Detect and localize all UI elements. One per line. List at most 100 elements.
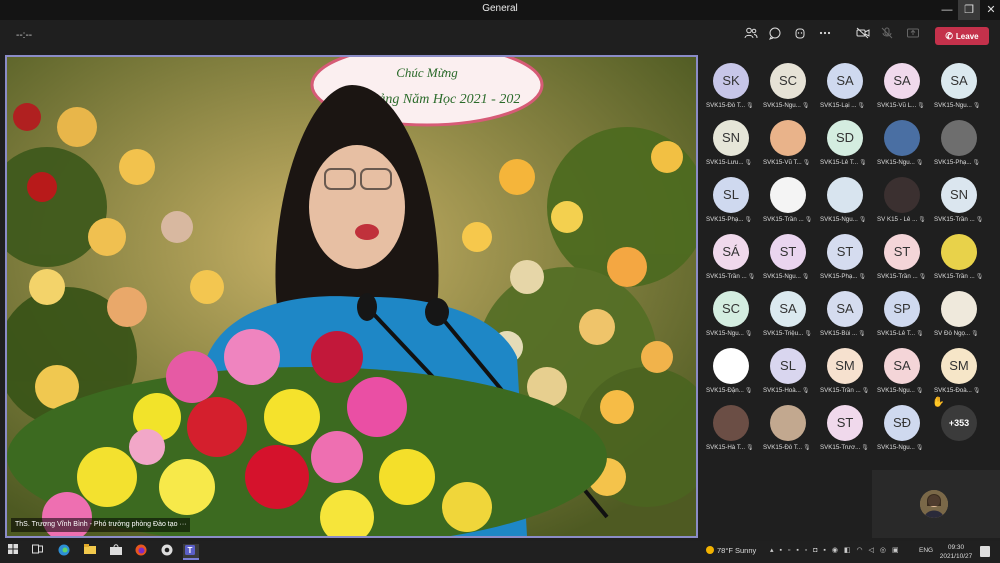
firefox-icon[interactable] [133, 544, 149, 560]
participant-tile[interactable]: SVK15-Đặn...🎙 [703, 340, 760, 397]
wifi-icon[interactable]: ◠ [856, 547, 864, 554]
share-icon[interactable] [903, 26, 923, 46]
participant-tile[interactable]: SA SVK15-Lại ...🎙 [817, 55, 874, 112]
participant-tile[interactable]: SC SVK15-Ngu...🎙 [760, 55, 817, 112]
tray-icon[interactable]: ▫ [788, 547, 792, 554]
tray-icon[interactable]: ◘ [813, 547, 819, 554]
tray-icon[interactable]: ▪ [779, 547, 783, 554]
participant-name: SVK15-Phạ...🎙 [820, 273, 874, 280]
notification-icon[interactable] [980, 546, 990, 557]
participant-tile[interactable]: SVK15-Trần ...🎙 [760, 169, 817, 226]
banner-line1: Chúc Mừng [396, 65, 458, 80]
avatar: SP [884, 291, 920, 327]
participant-tile[interactable]: SD SVK15-Lê T...🎙 [817, 112, 874, 169]
participant-tile[interactable]: SĐ SVK15-Ngu...🎙 [874, 397, 931, 454]
start-icon[interactable] [5, 544, 21, 560]
input-language[interactable]: ENG [919, 547, 933, 554]
mic-off-icon: 🎙 [858, 331, 866, 337]
mic-off-icon: 🎙 [859, 160, 867, 166]
tray-icon[interactable]: ◎ [880, 547, 888, 554]
tray-icon[interactable]: ▪ [796, 547, 800, 554]
close-button[interactable]: ✕ [980, 0, 1000, 20]
mic-off-icon[interactable] [877, 26, 897, 46]
participant-tile[interactable]: SK SVK15-Đỗ T...🎙 [703, 55, 760, 112]
participant-tile[interactable]: SVK15-Ngu...🎙 [874, 112, 931, 169]
more-icon[interactable] [815, 26, 835, 46]
participant-tile[interactable]: SVK15-Hà T...🎙 [703, 397, 760, 454]
chat-icon[interactable] [765, 26, 785, 46]
meeting-toolbar: --:-- ✆ Leave [0, 20, 1000, 52]
leave-button[interactable]: ✆ Leave [935, 27, 989, 45]
participant-tile[interactable]: SA SVK15-Vũ L...🎙 [874, 55, 931, 112]
tray-icon[interactable]: ▪ [823, 547, 827, 554]
participant-tile[interactable]: SA SVK15-Ngu...🎙 [931, 55, 988, 112]
overflow-participants-tile[interactable]: ✋ +353 [931, 397, 988, 454]
weather-widget[interactable]: 78°F Sunny [706, 546, 756, 555]
file-explorer-icon[interactable] [82, 544, 98, 560]
more-options-icon[interactable]: ··· [179, 521, 186, 528]
participant-tile[interactable]: SL SVK15-Phạ...🎙 [703, 169, 760, 226]
teams-icon[interactable]: T [183, 544, 199, 560]
main-video-stage[interactable]: Chúc Mừng Khai Giảng Năm Học 2021 - 202 … [5, 55, 698, 538]
participant-tile[interactable]: SVK15-Ngu...🎙 [817, 169, 874, 226]
minimize-button[interactable]: — [936, 0, 958, 20]
tray-icon[interactable]: ▣ [892, 547, 901, 554]
participant-tile[interactable]: SVK15-Vũ T...🎙 [760, 112, 817, 169]
tray-icon[interactable]: ▫ [805, 547, 809, 554]
participant-tile[interactable]: SVK15-Phạ...🎙 [931, 112, 988, 169]
tray-icon[interactable]: ▴ [770, 547, 776, 554]
participant-tile[interactable]: SM SVK15-Trần ...🎙 [817, 340, 874, 397]
avatar [713, 405, 749, 441]
edge-icon[interactable] [56, 544, 72, 560]
participant-tile[interactable]: SVK15-Trần ...🎙 [931, 226, 988, 283]
participant-name-text: SVK15-Đặn... [706, 387, 744, 394]
participant-tile[interactable]: SVK15-Đỗ T...🎙 [760, 397, 817, 454]
participant-tile[interactable]: ST SVK15-Trần ...🎙 [874, 226, 931, 283]
participant-tile[interactable]: SN SVK15-Trần ...🎙 [931, 169, 988, 226]
participant-tile[interactable]: SA SVK15-Bùi ...🎙 [817, 283, 874, 340]
chrome-icon[interactable] [159, 544, 175, 560]
participant-tile[interactable]: SA SVK15-Ngu...🎙 [874, 340, 931, 397]
tray-icon[interactable]: ◧ [844, 547, 853, 554]
participant-name-text: SVK15-Ngu... [706, 330, 744, 337]
reactions-icon[interactable] [790, 26, 810, 46]
avatar [713, 348, 749, 384]
participant-tile[interactable]: SÁ SVK15-Trần ...🎙 [703, 226, 760, 283]
camera-off-icon[interactable] [853, 26, 873, 46]
people-icon[interactable] [741, 26, 761, 46]
participant-tile[interactable]: SP SVK15-Lê T...🎙 [874, 283, 931, 340]
avatar: SA [941, 63, 977, 99]
self-avatar [920, 490, 948, 518]
mic-off-icon: 🎙 [917, 103, 925, 109]
participant-name-text: SVK15-Vũ L... [877, 102, 917, 109]
avatar: SA [770, 291, 806, 327]
self-view[interactable] [872, 470, 1000, 538]
participant-tile[interactable]: SC SVK15-Ngu...🎙 [703, 283, 760, 340]
participant-tile[interactable]: SV K15 - Lê ...🎙 [874, 169, 931, 226]
participant-tile[interactable]: SV Đỗ Ngọ...🎙 [931, 283, 988, 340]
participant-tile[interactable]: ST SVK15-Ngu...🎙 [760, 226, 817, 283]
system-tray-icons[interactable]: ▴ ▪ ▫ ▪ ▫ ◘ ▪ ◉ ◧ ◠ ◁ ◎ ▣ [770, 546, 901, 554]
participant-tile[interactable]: ST SVK15-Trươ...🎙 [817, 397, 874, 454]
store-icon[interactable] [108, 544, 124, 560]
participant-tile[interactable]: ST SVK15-Phạ...🎙 [817, 226, 874, 283]
participant-name: SVK15-Triệu...🎙 [763, 330, 817, 337]
task-view-icon[interactable] [29, 544, 45, 560]
mic-off-icon: 🎙 [858, 274, 867, 280]
restore-button[interactable]: ❐ [958, 0, 980, 20]
title-bar: General — ❐ ✕ [0, 0, 1000, 20]
participant-tile[interactable]: SA SVK15-Triệu...🎙 [760, 283, 817, 340]
windows-taskbar: T 78°F Sunny ▴ ▪ ▫ ▪ ▫ ◘ ▪ ◉ ◧ ◠ ◁ ◎ ▣ E… [0, 541, 1000, 563]
participant-name: SVK15-Trần ...🎙 [820, 387, 874, 394]
participant-tile[interactable]: SL SVK15-Hoà...🎙 [760, 340, 817, 397]
clock[interactable]: 09:30 2021/10/27 [936, 543, 976, 561]
participant-tile[interactable]: SM SVK15-Đoà...🎙 [931, 340, 988, 397]
participant-name: SV K15 - Lê ...🎙 [877, 216, 931, 223]
avatar [941, 291, 977, 327]
tray-icon[interactable]: ◉ [832, 547, 840, 554]
participant-gallery: SK SVK15-Đỗ T...🎙 SC SVK15-Ngu...🎙 SA SVK15-L… [703, 55, 1000, 465]
participant-tile[interactable]: SN SVK15-Lưu...🎙 [703, 112, 760, 169]
participant-name-text: SVK15-Trần ... [877, 273, 918, 280]
avatar [770, 177, 806, 213]
volume-icon[interactable]: ◁ [869, 547, 876, 554]
